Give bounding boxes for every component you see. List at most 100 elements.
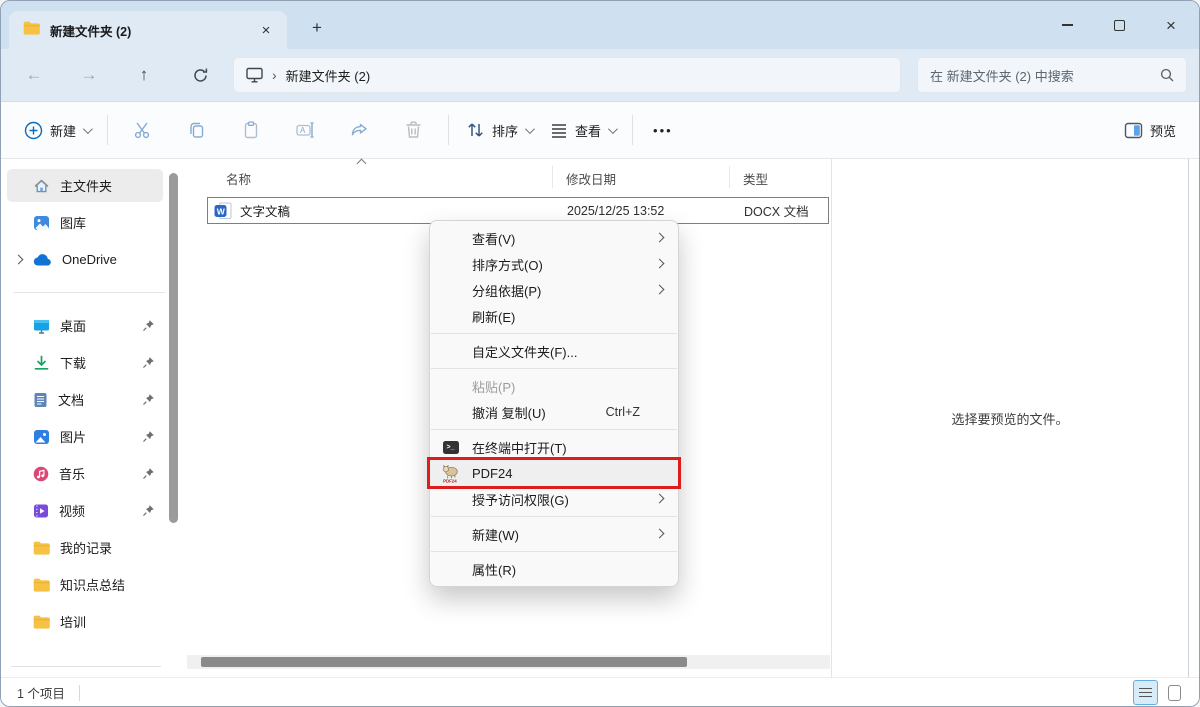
pin-icon: [142, 319, 155, 332]
sort-icon: [466, 121, 485, 139]
delete-button[interactable]: [386, 110, 440, 150]
sidebar-item-folder[interactable]: 培训: [7, 605, 163, 638]
svg-text:A: A: [300, 126, 306, 135]
sidebar-item-downloads[interactable]: 下载: [7, 346, 163, 379]
file-type: DOCX 文档: [744, 201, 809, 220]
cut-icon: [133, 120, 153, 140]
menu-item-new[interactable]: 新建(W): [430, 521, 678, 547]
videos-icon: [33, 503, 49, 519]
cut-button[interactable]: [116, 110, 170, 150]
menu-item-customize-folder[interactable]: 自定义文件夹(F)...: [430, 338, 678, 364]
menu-item-view[interactable]: 查看(V): [430, 225, 678, 251]
folder-icon: [33, 578, 50, 592]
file-explorer-window: 新建文件夹 (2) × + × ← → ↑ › 新建文件夹 (2) 在 新建文件…: [0, 0, 1200, 707]
refresh-button[interactable]: [182, 58, 218, 92]
sidebar-item-videos[interactable]: 视频: [7, 494, 163, 527]
chevron-down-icon: [83, 124, 93, 134]
explorer-tab[interactable]: 新建文件夹 (2) ×: [9, 11, 287, 49]
close-button[interactable]: ×: [1145, 1, 1197, 49]
music-icon: [33, 466, 49, 482]
column-header-name[interactable]: 名称: [226, 169, 251, 188]
menu-item-give-access[interactable]: 授予访问权限(G): [430, 486, 678, 512]
sidebar-item-pictures[interactable]: 图片: [7, 420, 163, 453]
menu-item-paste[interactable]: 粘贴(P): [430, 373, 678, 399]
tab-close-button[interactable]: ×: [253, 18, 279, 42]
preview-empty-text: 选择要预览的文件。: [951, 409, 1068, 428]
submenu-chevron-icon: [655, 259, 665, 269]
copy-icon: [187, 120, 207, 140]
sidebar-item-home[interactable]: 主文件夹: [7, 169, 163, 202]
desktop-icon: [33, 318, 50, 334]
chevron-down-icon: [525, 124, 535, 134]
new-button[interactable]: 新建: [15, 115, 99, 146]
toolbar-divider: [632, 115, 633, 145]
column-divider[interactable]: [552, 166, 553, 188]
horizontal-scrollbar[interactable]: [187, 655, 830, 669]
horizontal-scrollbar-thumb[interactable]: [201, 657, 687, 667]
file-modified-date: 2025/12/25 13:52: [567, 204, 664, 218]
sidebar-item-label: 下载: [60, 353, 86, 372]
column-header-modified[interactable]: 修改日期: [566, 169, 616, 188]
forward-button[interactable]: →: [71, 58, 107, 92]
back-button[interactable]: ←: [16, 58, 52, 92]
details-view-icon: [1139, 688, 1152, 690]
sidebar-scrollbar[interactable]: [169, 173, 178, 523]
more-options-button[interactable]: •••: [641, 117, 685, 144]
breadcrumb[interactable]: 新建文件夹 (2): [286, 66, 371, 85]
minimize-button[interactable]: [1041, 1, 1093, 49]
sidebar-item-gallery[interactable]: 图库: [7, 206, 163, 239]
preview-pane-icon: [1124, 122, 1143, 139]
sort-button-label: 排序: [492, 121, 518, 140]
address-bar[interactable]: › 新建文件夹 (2): [233, 57, 901, 93]
pin-icon: [142, 430, 155, 443]
menu-divider: [431, 516, 677, 517]
pin-icon: [142, 504, 155, 517]
new-tab-button[interactable]: +: [303, 15, 331, 41]
maximize-button[interactable]: [1093, 1, 1145, 49]
command-bar: 新建 A 排序 查看: [1, 101, 1199, 159]
sidebar-item-label: 视频: [59, 501, 85, 520]
context-menu: 查看(V) 排序方式(O) 分组依据(P) 刷新(E) 自定义文件夹(F)...…: [429, 220, 679, 587]
share-button[interactable]: [332, 110, 386, 150]
view-button[interactable]: 查看: [541, 115, 624, 146]
sidebar-item-onedrive[interactable]: OneDrive: [7, 243, 163, 276]
copy-button[interactable]: [170, 110, 224, 150]
sidebar-item-music[interactable]: 音乐: [7, 457, 163, 490]
sidebar-item-desktop[interactable]: 桌面: [7, 309, 163, 342]
paste-button[interactable]: [224, 110, 278, 150]
chevron-down-icon: [608, 124, 618, 134]
menu-item-properties[interactable]: 属性(R): [430, 556, 678, 582]
file-name: 文字文稿: [240, 201, 290, 220]
sidebar-item-label: 我的记录: [60, 538, 112, 557]
sort-button[interactable]: 排序: [457, 115, 541, 146]
menu-divider: [431, 551, 677, 552]
menu-item-refresh[interactable]: 刷新(E): [430, 303, 678, 329]
details-view-button[interactable]: [1133, 680, 1158, 705]
expand-chevron-icon[interactable]: [14, 255, 24, 265]
sidebar-item-label: 培训: [60, 612, 86, 631]
preview-button-label: 预览: [1150, 121, 1176, 140]
column-header-type[interactable]: 类型: [743, 169, 768, 188]
sidebar-item-folder[interactable]: 我的记录: [7, 531, 163, 564]
rename-button[interactable]: A: [278, 110, 332, 150]
toolbar-divider: [448, 115, 449, 145]
large-icons-view-button[interactable]: [1162, 680, 1187, 705]
search-input[interactable]: 在 新建文件夹 (2) 中搜索: [917, 57, 1187, 93]
folder-icon: [33, 541, 50, 555]
menu-item-open-in-terminal[interactable]: >_ 在终端中打开(T): [430, 434, 678, 460]
paste-icon: [241, 120, 261, 140]
onedrive-icon: [33, 253, 52, 266]
column-divider[interactable]: [729, 166, 730, 188]
sidebar-item-folder[interactable]: 知识点总结: [7, 568, 163, 601]
up-button[interactable]: ↑: [126, 58, 162, 92]
navigation-pane: 主文件夹 图库 OneDrive 桌面 下载: [1, 159, 185, 677]
sort-ascending-icon: [357, 159, 367, 169]
menu-item-sort-by[interactable]: 排序方式(O): [430, 251, 678, 277]
minimize-icon: [1062, 24, 1073, 26]
menu-item-pdf24[interactable]: PDF24 PDF24: [430, 460, 678, 486]
menu-item-group-by[interactable]: 分组依据(P): [430, 277, 678, 303]
preview-toggle-button[interactable]: 预览: [1115, 115, 1185, 146]
gallery-icon: [33, 215, 50, 231]
sidebar-item-documents[interactable]: 文档: [7, 383, 163, 416]
menu-item-undo-copy[interactable]: 撤消 复制(U) Ctrl+Z: [430, 399, 678, 425]
